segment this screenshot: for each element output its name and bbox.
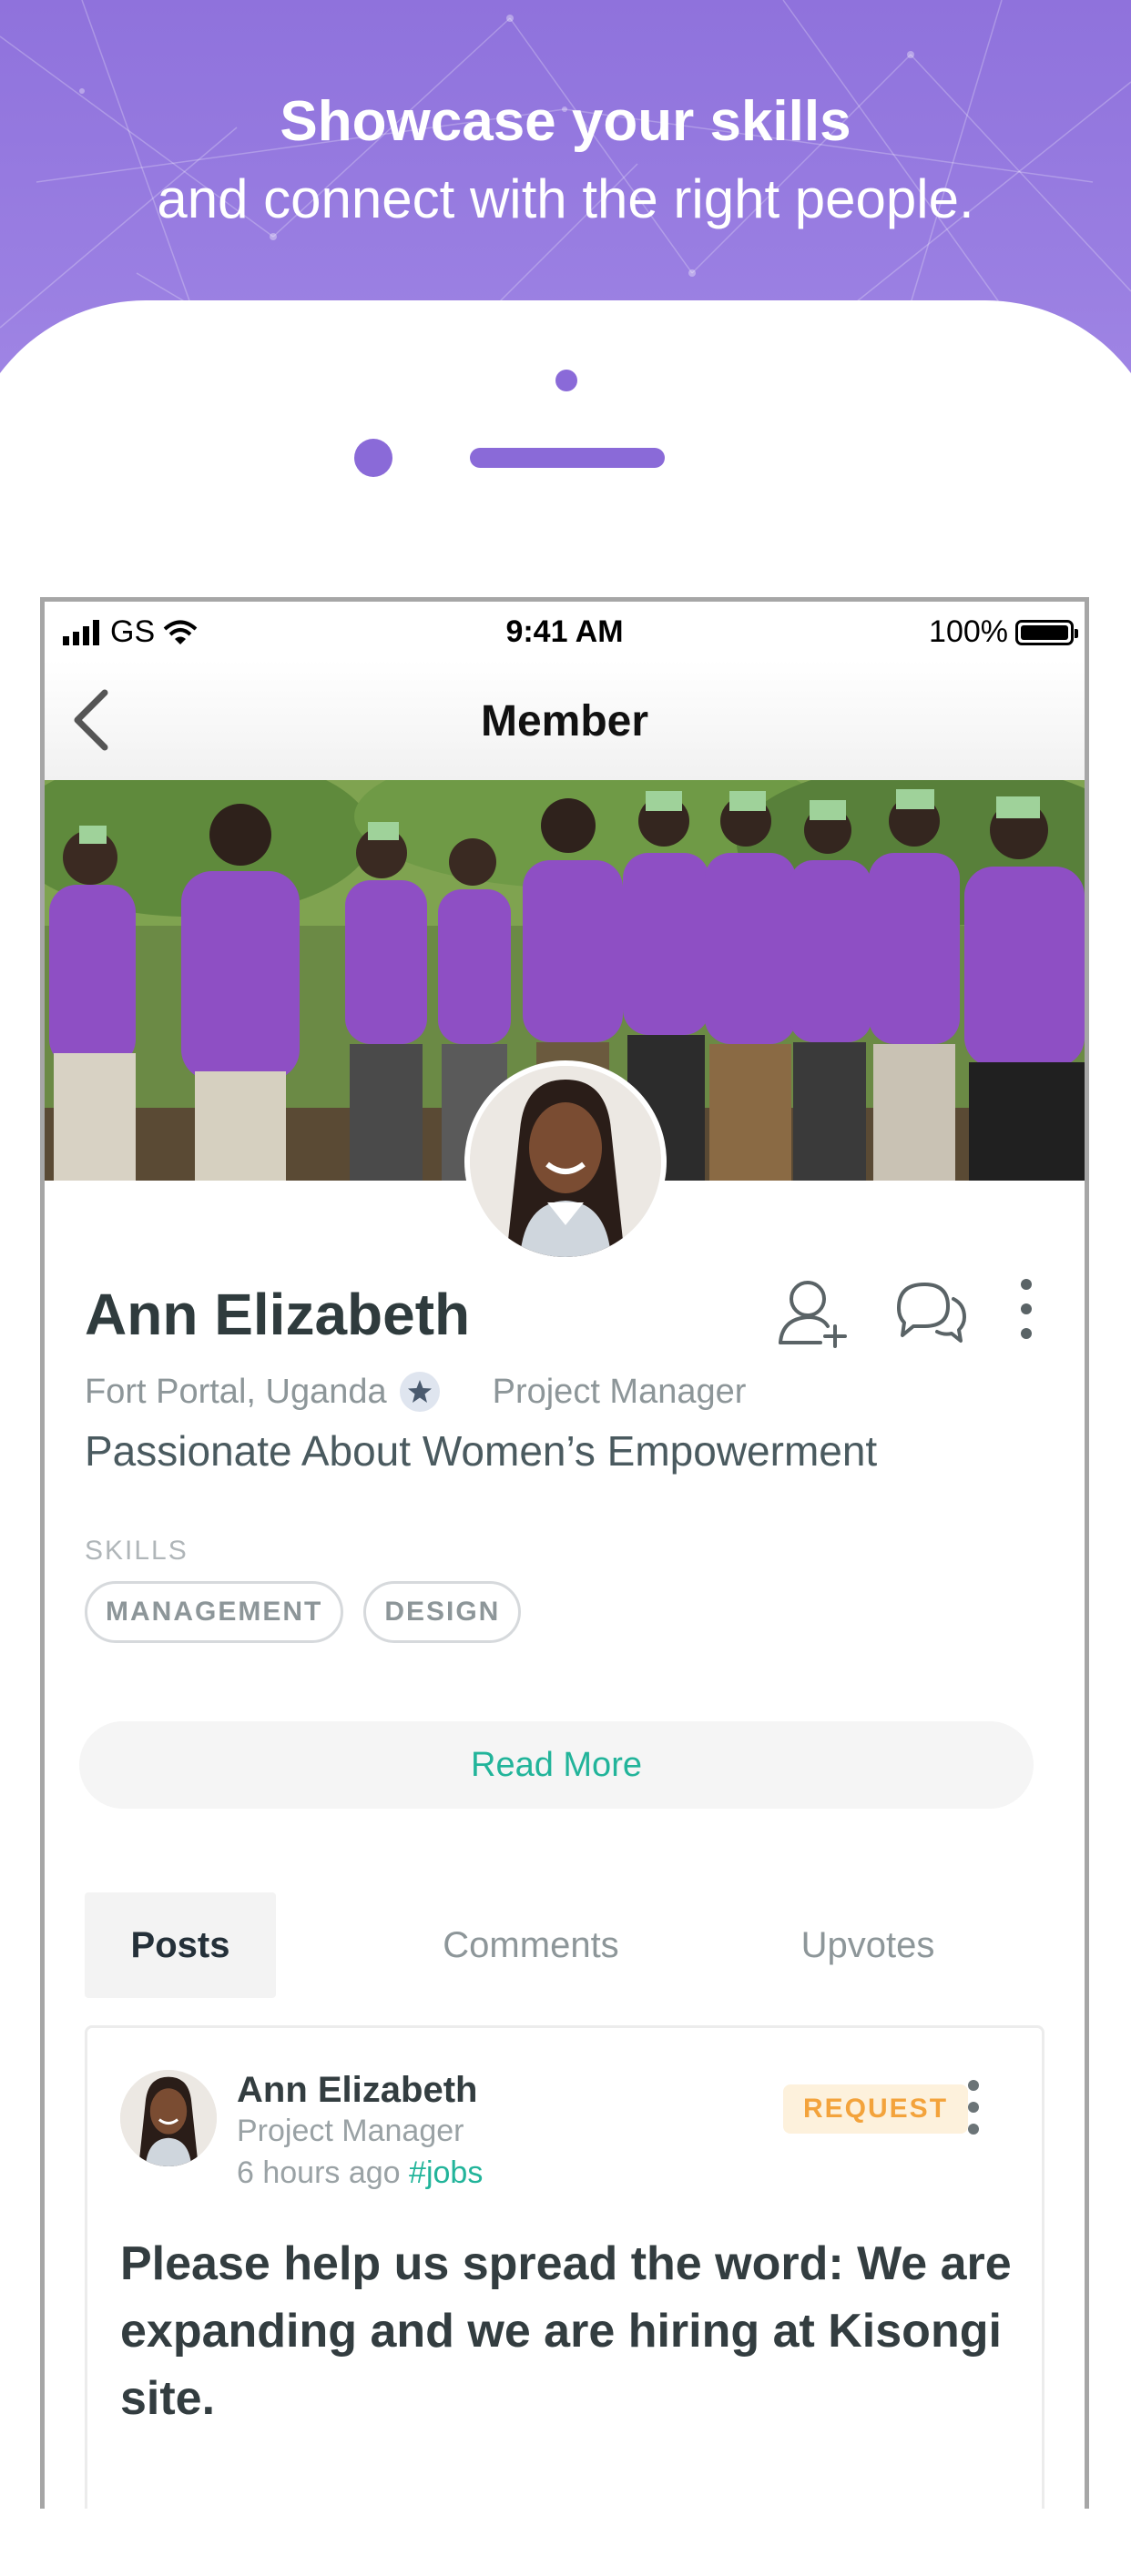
profile-job-title: Project Manager xyxy=(492,1372,747,1411)
skills-list: MANAGEMENT DESIGN xyxy=(85,1581,522,1643)
post-author-avatar[interactable] xyxy=(120,2070,217,2166)
read-more-button[interactable]: Read More xyxy=(79,1721,1034,1809)
add-friend-icon[interactable] xyxy=(775,1275,848,1348)
chat-icon[interactable] xyxy=(892,1275,968,1348)
profile-location: Fort Portal, Uganda xyxy=(85,1372,387,1411)
profile-tabs: Posts Comments Upvotes xyxy=(85,1892,1050,1998)
sensor-dot xyxy=(354,439,392,477)
skill-chip-management[interactable]: MANAGEMENT xyxy=(85,1581,344,1643)
tab-upvotes[interactable]: Upvotes xyxy=(777,1892,959,1998)
speaker-bar xyxy=(470,448,665,468)
skill-chip-design[interactable]: DESIGN xyxy=(363,1581,522,1643)
page-title: Member xyxy=(480,697,649,745)
tab-posts[interactable]: Posts xyxy=(85,1892,276,1998)
profile-meta: Fort Portal, Uganda Project Manager xyxy=(85,1372,746,1412)
post-more-icon[interactable] xyxy=(967,2079,980,2135)
post-author-role: Project Manager xyxy=(237,2114,464,2148)
post-hashtag[interactable]: #jobs xyxy=(409,2155,483,2190)
star-icon xyxy=(399,1372,440,1412)
camera-dot xyxy=(555,370,577,391)
more-vertical-icon[interactable] xyxy=(1019,1277,1034,1341)
status-bar: GS 9:41 AM 100% xyxy=(45,602,1085,660)
status-right: 100% xyxy=(929,614,1078,650)
post-timestamp: 6 hours ago xyxy=(237,2155,401,2190)
request-badge: REQUEST xyxy=(783,2084,969,2134)
post-meta: 6 hours ago #jobs xyxy=(237,2155,483,2191)
promo-headline-regular: and connect with the right people. xyxy=(157,168,974,229)
promo-headline: Showcase your skills and connect with th… xyxy=(0,86,1131,241)
promo-headline-bold: Showcase your skills xyxy=(280,90,851,153)
profile-avatar[interactable] xyxy=(464,1060,667,1263)
battery-icon xyxy=(1015,619,1078,645)
post-body: Please help us spread the word: We are e… xyxy=(120,2237,1012,2425)
avatar-portrait-small xyxy=(120,2070,217,2166)
skills-label: SKILLS xyxy=(85,1536,188,1566)
profile-name: Ann Elizabeth xyxy=(85,1282,471,1347)
avatar-portrait xyxy=(470,1066,661,1257)
phone-screen: GS 9:41 AM 100% Member Ann Elizabeth For… xyxy=(40,597,1089,2509)
navigation-bar: Member xyxy=(45,660,1085,780)
tab-comments[interactable]: Comments xyxy=(431,1892,631,1998)
post-card[interactable]: Ann Elizabeth Project Manager 6 hours ag… xyxy=(85,2025,1044,2509)
battery-percent: 100% xyxy=(929,614,1008,649)
post-author-name[interactable]: Ann Elizabeth xyxy=(237,2070,477,2111)
profile-tagline: Passionate About Women’s Empowerment xyxy=(85,1427,878,1475)
